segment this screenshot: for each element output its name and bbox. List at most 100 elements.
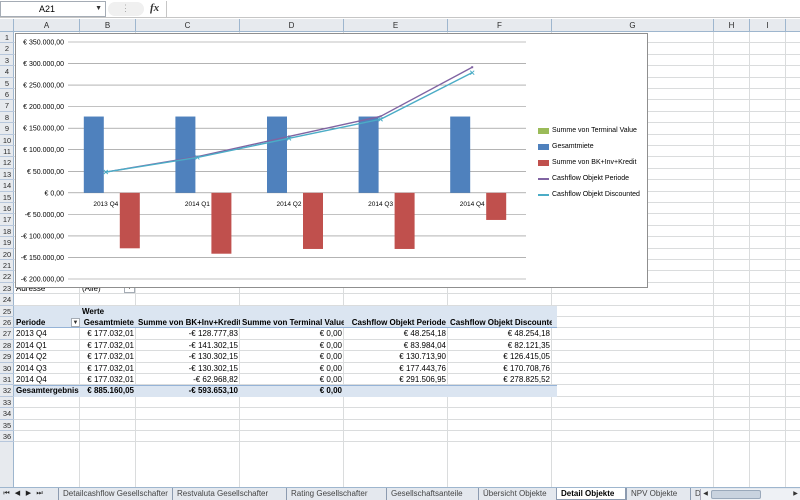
- row-header-23[interactable]: 23: [0, 283, 14, 294]
- row-header-13[interactable]: 13: [0, 169, 14, 180]
- column-header-c[interactable]: C: [136, 19, 240, 32]
- bar-bk-inv-kredit[interactable]: [119, 192, 140, 249]
- row-header-21[interactable]: 21: [0, 260, 14, 271]
- first-sheet-icon[interactable]: ⏮: [2, 488, 11, 500]
- bar-gesamtmiete[interactable]: [83, 116, 104, 193]
- pivot-cell[interactable]: € 177.032,01: [80, 363, 136, 374]
- row-header-31[interactable]: 31: [0, 374, 14, 385]
- prev-sheet-icon[interactable]: ◀: [13, 488, 22, 500]
- scroll-thumb[interactable]: [711, 490, 761, 499]
- row-header-18[interactable]: 18: [0, 226, 14, 237]
- pivot-total-cell[interactable]: -€ 593.653,10: [136, 385, 240, 396]
- pivot-cell[interactable]: € 177.032,01: [80, 351, 136, 362]
- pivot-total-cell[interactable]: Gesamtergebnis: [14, 385, 80, 396]
- pivot-cell[interactable]: € 177.032,01: [80, 374, 136, 385]
- line-series-3[interactable]: [105, 66, 473, 173]
- sheet-tab[interactable]: Restvaluta Gesellschafter: [172, 488, 286, 500]
- filter-dropdown-icon[interactable]: ▼: [71, 318, 80, 327]
- row-header-14[interactable]: 14: [0, 180, 14, 192]
- bar-bk-inv-kredit[interactable]: [303, 192, 323, 249]
- row-header-34[interactable]: 34: [0, 408, 14, 420]
- pivot-total-cell[interactable]: € 885.160,05: [80, 385, 136, 396]
- sheet-tab[interactable]: Übersicht Objekte: [478, 488, 556, 500]
- row-header-35[interactable]: 35: [0, 420, 14, 431]
- sheet-tab[interactable]: NPV Objekte: [626, 488, 690, 500]
- legend-item[interactable]: Cashflow Objekt Periode: [538, 171, 646, 187]
- column-header-f[interactable]: F: [448, 19, 552, 32]
- pivot-cell[interactable]: € 177.032,01: [80, 340, 136, 351]
- row-header-3[interactable]: 3: [0, 55, 14, 66]
- chevron-down-icon[interactable]: ▼: [95, 2, 102, 16]
- pivot-cell[interactable]: € 48.254,18: [344, 328, 448, 339]
- bar-bk-inv-kredit[interactable]: [394, 192, 415, 249]
- bar-bk-inv-kredit[interactable]: [211, 192, 232, 254]
- formula-input[interactable]: [166, 1, 800, 17]
- select-all-corner[interactable]: [0, 19, 14, 32]
- column-header-a[interactable]: A: [14, 19, 80, 32]
- next-sheet-icon[interactable]: ▶: [24, 488, 33, 500]
- bar-bk-inv-kredit[interactable]: [486, 192, 507, 220]
- row-header-29[interactable]: 29: [0, 351, 14, 363]
- column-header-j[interactable]: J: [786, 19, 800, 32]
- line-point-marker[interactable]: [379, 115, 382, 118]
- row-header-12[interactable]: 12: [0, 157, 14, 169]
- column-header-g[interactable]: G: [552, 19, 714, 32]
- formula-bar-resize-handle[interactable]: ⋮: [108, 2, 144, 16]
- row-header-27[interactable]: 27: [0, 328, 14, 340]
- pivot-cell[interactable]: -€ 141.302,15: [136, 340, 240, 351]
- row-header-4[interactable]: 4: [0, 66, 14, 78]
- pivot-cell[interactable]: € 82.121,35: [448, 340, 552, 351]
- pivot-cell[interactable]: € 177.443,76: [344, 363, 448, 374]
- row-header-30[interactable]: 30: [0, 363, 14, 374]
- bar-gesamtmiete[interactable]: [175, 116, 196, 193]
- pivot-cell[interactable]: € 0,00: [240, 340, 344, 351]
- legend-item[interactable]: Summe von BK+Inv+Kredit: [538, 155, 646, 171]
- row-header-16[interactable]: 16: [0, 203, 14, 214]
- row-header-11[interactable]: 11: [0, 146, 14, 157]
- row-header-20[interactable]: 20: [0, 249, 14, 260]
- bar-gesamtmiete[interactable]: [358, 116, 379, 193]
- pivot-cell[interactable]: € 177.032,01: [80, 328, 136, 339]
- pivot-cell[interactable]: 2014 Q3: [14, 363, 80, 374]
- column-header-d[interactable]: D: [240, 19, 344, 32]
- pivot-cell[interactable]: -€ 62.968,82: [136, 374, 240, 385]
- last-sheet-icon[interactable]: ⏭: [35, 488, 44, 500]
- row-header-6[interactable]: 6: [0, 89, 14, 100]
- row-header-24[interactable]: 24: [0, 294, 14, 306]
- legend-item[interactable]: Summe von Terminal Value: [538, 123, 646, 139]
- column-header-b[interactable]: B: [80, 19, 136, 32]
- row-header-10[interactable]: 10: [0, 135, 14, 146]
- horizontal-scrollbar[interactable]: ◀ ▶: [700, 489, 800, 500]
- sheet-tab[interactable]: Detail Objekte: [556, 488, 626, 500]
- row-header-32[interactable]: 32: [0, 385, 14, 397]
- row-header-1[interactable]: 1: [0, 32, 14, 43]
- bar-gesamtmiete[interactable]: [267, 116, 287, 193]
- pivot-cell[interactable]: € 0,00: [240, 328, 344, 339]
- pivot-cell[interactable]: € 170.708,76: [448, 363, 552, 374]
- row-header-25[interactable]: 25: [0, 306, 14, 317]
- sheet-tab[interactable]: Gesellschaftsanteile: [386, 488, 478, 500]
- row-header-9[interactable]: 9: [0, 123, 14, 135]
- scroll-right-icon[interactable]: ▶: [791, 489, 800, 500]
- bar-gesamtmiete[interactable]: [450, 116, 471, 193]
- pivot-cell[interactable]: 2014 Q1: [14, 340, 80, 351]
- column-header-e[interactable]: E: [344, 19, 448, 32]
- legend-item[interactable]: Cashflow Objekt Discounted: [538, 187, 646, 203]
- sheet-tab[interactable]: Rating Gesellschafter: [286, 488, 386, 500]
- pivot-cell[interactable]: 2014 Q4: [14, 374, 80, 385]
- pivot-cell[interactable]: € 130.713,90: [344, 351, 448, 362]
- pivot-cell[interactable]: € 0,00: [240, 363, 344, 374]
- row-header-17[interactable]: 17: [0, 214, 14, 226]
- pivot-cell[interactable]: € 48.254,18: [448, 328, 552, 339]
- column-header-i[interactable]: I: [750, 19, 786, 32]
- row-header-36[interactable]: 36: [0, 431, 14, 442]
- row-header-7[interactable]: 7: [0, 100, 14, 112]
- pivot-cell[interactable]: € 291.506,95: [344, 374, 448, 385]
- pivot-cell[interactable]: € 278.825,52: [448, 374, 552, 385]
- pivot-cell[interactable]: € 83.984,04: [344, 340, 448, 351]
- insert-function-icon[interactable]: fx: [150, 2, 159, 14]
- row-header-15[interactable]: 15: [0, 192, 14, 203]
- row-header-28[interactable]: 28: [0, 340, 14, 351]
- pivot-cell[interactable]: -€ 128.777,83: [136, 328, 240, 339]
- pivot-cell[interactable]: 2014 Q2: [14, 351, 80, 362]
